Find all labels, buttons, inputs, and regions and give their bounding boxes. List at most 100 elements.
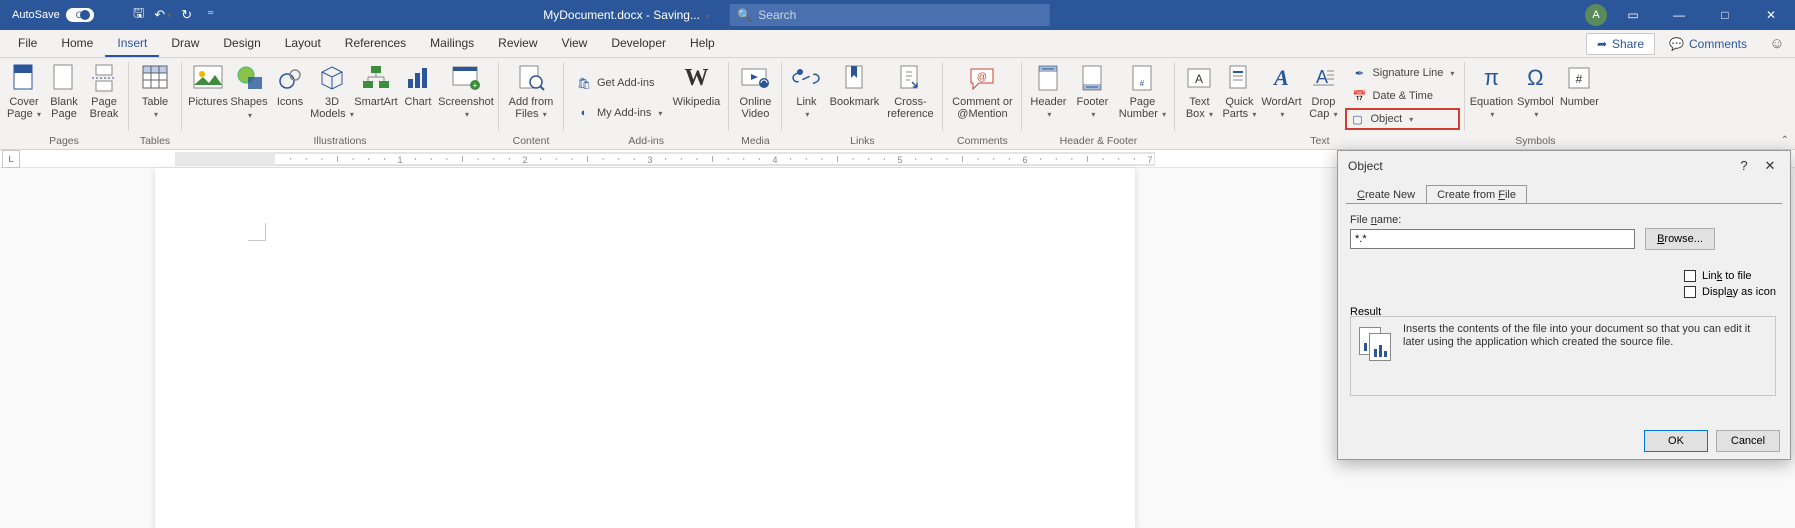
cancel-button[interactable]: Cancel: [1716, 430, 1780, 452]
icons-icon: [274, 62, 306, 94]
group-label-illustrations: Illustrations: [313, 134, 366, 148]
comment-bubble-icon: @: [966, 62, 998, 94]
dropcap-icon: A: [1307, 62, 1339, 94]
tab-help[interactable]: Help: [678, 30, 727, 57]
object-button[interactable]: ▢Object▾: [1345, 108, 1460, 130]
user-avatar[interactable]: A: [1585, 4, 1607, 26]
autosave-label: AutoSave: [12, 9, 60, 21]
ribbon-display-icon[interactable]: ▭: [1613, 0, 1653, 30]
blank-page-button[interactable]: Blank Page: [44, 60, 84, 120]
add-from-files-button[interactable]: Add from Files ▾: [503, 60, 559, 121]
group-label-headerfooter: Header & Footer: [1060, 134, 1138, 148]
footer-button[interactable]: Footer▾: [1070, 60, 1114, 121]
maximize-icon[interactable]: □: [1705, 0, 1745, 30]
link-button[interactable]: Link▾: [786, 60, 826, 121]
drop-cap-button[interactable]: ADrop Cap ▾: [1303, 60, 1343, 121]
quick-parts-icon: [1223, 62, 1255, 94]
symbol-button[interactable]: ΩSymbol▾: [1513, 60, 1557, 121]
shapes-button[interactable]: Shapes ▾: [230, 60, 270, 122]
svg-text:A: A: [1195, 72, 1203, 86]
document-title[interactable]: MyDocument.docx - Saving... ▾: [543, 8, 709, 22]
icons-button[interactable]: Icons: [270, 60, 310, 108]
link-to-file-checkbox[interactable]: Link to file: [1684, 270, 1776, 282]
qat-customize-icon[interactable]: ⁼: [200, 4, 222, 26]
cover-page-button[interactable]: Cover Page ▾: [4, 60, 44, 121]
feedback-icon[interactable]: ☺: [1767, 34, 1787, 54]
chart-icon: [402, 62, 434, 94]
my-addins-button[interactable]: ◐My Add-ins▾: [570, 102, 668, 124]
page-number-button[interactable]: #Page Number ▾: [1114, 60, 1170, 121]
group-label-comments: Comments: [957, 134, 1008, 148]
date-time-button[interactable]: 📅Date & Time: [1345, 85, 1460, 107]
page-break-icon: [88, 62, 120, 94]
collapse-ribbon-icon[interactable]: ⌃: [1781, 135, 1789, 146]
comment-mention-button[interactable]: @Comment or @Mention: [947, 60, 1017, 120]
result-box: Inserts the contents of the file into yo…: [1350, 316, 1776, 396]
wordart-icon: A: [1265, 62, 1297, 94]
cross-reference-button[interactable]: Cross-reference: [882, 60, 938, 120]
blank-page-icon: [48, 62, 80, 94]
pictures-button[interactable]: Pictures: [186, 60, 230, 108]
header-button[interactable]: Header▾: [1026, 60, 1070, 121]
dialog-tab-create-new[interactable]: C/*noop*/reate New: [1346, 185, 1426, 204]
pi-icon: π: [1475, 62, 1507, 94]
minimize-icon[interactable]: —: [1659, 0, 1699, 30]
tab-developer[interactable]: Developer: [599, 30, 678, 57]
share-button[interactable]: ➦Share: [1586, 33, 1655, 55]
page[interactable]: [155, 168, 1135, 528]
tab-mailings[interactable]: Mailings: [418, 30, 486, 57]
tab-references[interactable]: References: [333, 30, 418, 57]
tab-selector-icon[interactable]: L: [2, 150, 20, 168]
number-button[interactable]: #Number: [1557, 60, 1601, 108]
smartart-button[interactable]: SmartArt: [354, 60, 398, 108]
get-addins-button[interactable]: 🛍Get Add-ins: [570, 72, 668, 94]
horizontal-ruler[interactable]: 1234567: [175, 151, 1155, 167]
wikipedia-button[interactable]: WWikipedia: [668, 60, 724, 108]
group-content: Add from Files ▾ Content: [499, 58, 563, 149]
wordart-button[interactable]: AWordArt▾: [1259, 60, 1303, 121]
quick-parts-button[interactable]: Quick Parts ▾: [1219, 60, 1259, 121]
save-icon[interactable]: 🖫: [128, 4, 150, 26]
3d-models-button[interactable]: 3D Models ▾: [310, 60, 354, 121]
ok-button[interactable]: OK: [1644, 430, 1708, 452]
comments-button[interactable]: 💬Comments: [1659, 34, 1757, 54]
screenshot-button[interactable]: +Screenshot▾: [438, 60, 494, 121]
group-tables: Table▾ Tables: [129, 58, 181, 149]
page-break-button[interactable]: Page Break: [84, 60, 124, 120]
browse-button[interactable]: Browse...: [1645, 228, 1715, 250]
tab-view[interactable]: View: [550, 30, 600, 57]
dialog-help-icon[interactable]: ?: [1734, 158, 1754, 174]
dialog-tab-create-from-file[interactable]: Create from File: [1426, 185, 1527, 204]
display-as-icon-checkbox[interactable]: Display as icon: [1684, 286, 1776, 298]
pictures-icon: [192, 62, 224, 94]
ribbon: Cover Page ▾ Blank Page Page Break Pages…: [0, 58, 1795, 150]
autosave-toggle[interactable]: AutoSave On: [12, 8, 112, 22]
search-input[interactable]: 🔍 Search: [729, 4, 1049, 26]
equation-button[interactable]: πEquation▾: [1469, 60, 1513, 121]
group-symbols: πEquation▾ ΩSymbol▾ #Number Symbols: [1465, 58, 1605, 149]
tab-review[interactable]: Review: [486, 30, 549, 57]
table-button[interactable]: Table▾: [133, 60, 177, 121]
redo-icon[interactable]: ↻: [176, 4, 198, 26]
svg-text:2: 2: [522, 155, 527, 165]
undo-icon[interactable]: ↶▾: [152, 4, 174, 26]
text-box-button[interactable]: AText Box ▾: [1179, 60, 1219, 121]
group-comments: @Comment or @Mention Comments: [943, 58, 1021, 149]
tab-file[interactable]: File: [6, 30, 49, 57]
file-name-input[interactable]: [1350, 229, 1635, 249]
tab-insert[interactable]: Insert: [105, 30, 159, 57]
group-label-tables: Tables: [140, 134, 170, 148]
wikipedia-icon: W: [680, 62, 712, 94]
tab-home[interactable]: Home: [49, 30, 105, 57]
chart-button[interactable]: Chart: [398, 60, 438, 108]
close-icon[interactable]: ✕: [1751, 0, 1791, 30]
bookmark-button[interactable]: Bookmark: [826, 60, 882, 108]
svg-text:#: #: [1576, 72, 1583, 86]
group-label-pages: Pages: [49, 134, 79, 148]
tab-draw[interactable]: Draw: [159, 30, 211, 57]
tab-design[interactable]: Design: [211, 30, 272, 57]
dialog-close-icon[interactable]: ✕: [1760, 158, 1780, 174]
tab-layout[interactable]: Layout: [273, 30, 333, 57]
signature-line-button[interactable]: ✒Signature Line▾: [1345, 62, 1460, 84]
online-video-button[interactable]: Online Video: [733, 60, 777, 120]
